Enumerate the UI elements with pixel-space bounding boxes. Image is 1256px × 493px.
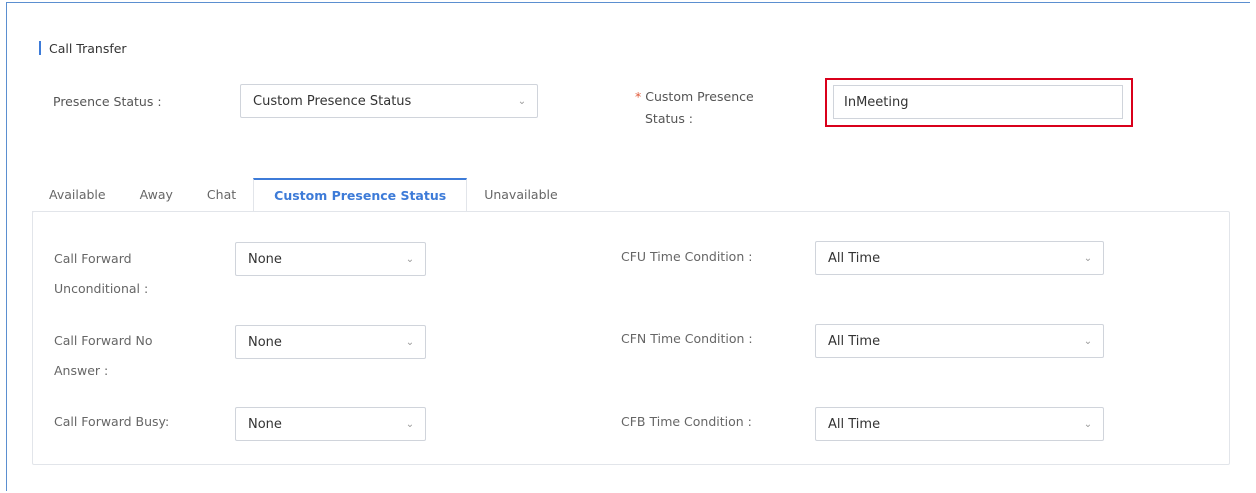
- presence-status-select[interactable]: Custom Presence Status ⌄: [240, 84, 538, 118]
- presence-status-value: Custom Presence Status: [253, 93, 412, 109]
- tab-available[interactable]: Available: [32, 178, 123, 212]
- required-mark: *: [635, 89, 642, 104]
- highlight-box: [825, 78, 1133, 127]
- chevron-down-icon: ⌄: [405, 418, 415, 430]
- cfb-select[interactable]: None ⌄: [235, 407, 426, 441]
- cfu-time-select[interactable]: All Time ⌄: [815, 241, 1104, 275]
- cfn-label: Call Forward No Answer :: [54, 333, 153, 378]
- chevron-down-icon: ⌄: [1083, 335, 1093, 347]
- chevron-down-icon: ⌄: [1083, 418, 1093, 430]
- cfu-select[interactable]: None ⌄: [235, 242, 426, 276]
- chevron-down-icon: ⌄: [517, 95, 527, 107]
- section-title: Call Transfer: [49, 40, 127, 56]
- custom-presence-status-input[interactable]: [833, 85, 1123, 119]
- section-header: Call Transfer: [39, 40, 127, 56]
- chevron-down-icon: ⌄: [405, 253, 415, 265]
- cfb-time-label: CFB Time Condition :: [621, 414, 752, 429]
- tab-chat[interactable]: Chat: [189, 178, 254, 212]
- cfu-time-label: CFU Time Condition :: [621, 249, 753, 264]
- presence-tabs: Available Away Chat Custom Presence Stat…: [32, 178, 575, 212]
- presence-status-label: Presence Status :: [53, 94, 162, 109]
- section-accent-bar: [39, 41, 41, 55]
- tab-away[interactable]: Away: [122, 178, 190, 212]
- cfn-select[interactable]: None ⌄: [235, 325, 426, 359]
- custom-presence-status-label: * Custom Presence Status :: [635, 89, 754, 126]
- cfn-time-select[interactable]: All Time ⌄: [815, 324, 1104, 358]
- tab-custom-presence-status[interactable]: Custom Presence Status: [253, 178, 468, 212]
- cfb-label: Call Forward Busy:: [54, 414, 170, 429]
- chevron-down-icon: ⌄: [1083, 252, 1093, 264]
- chevron-down-icon: ⌄: [405, 336, 415, 348]
- cfn-time-label: CFN Time Condition :: [621, 331, 753, 346]
- cfb-time-select[interactable]: All Time ⌄: [815, 407, 1104, 441]
- cfu-label: Call Forward Unconditional :: [54, 251, 149, 296]
- tab-unavailable[interactable]: Unavailable: [467, 178, 575, 212]
